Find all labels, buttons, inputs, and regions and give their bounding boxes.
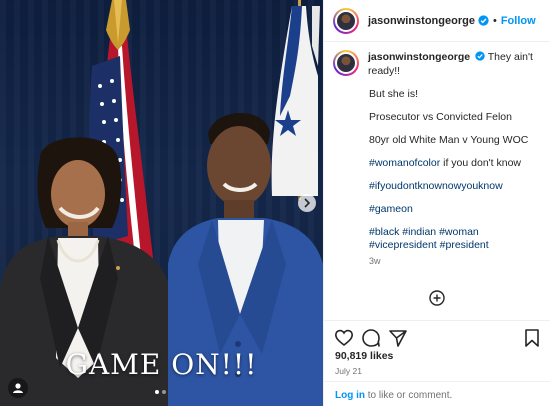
avatar[interactable] xyxy=(333,7,359,34)
hashtag-link[interactable]: #ifyoudontknownowyouknow xyxy=(369,180,503,192)
hashtag-link[interactable]: #indian xyxy=(402,226,436,238)
bookmark-icon[interactable] xyxy=(522,328,542,348)
caption-paragraph: But she is! xyxy=(369,88,544,101)
caption-paragraph: Prosecutor vs Convicted Felon xyxy=(369,111,544,124)
caption-avatar[interactable] xyxy=(333,50,359,76)
hashtag-link[interactable]: #vicepresident xyxy=(369,239,437,251)
flag-finial-left xyxy=(106,0,130,50)
like-count[interactable]: 90,819 likes xyxy=(335,350,393,362)
hashtag-link[interactable]: #president xyxy=(440,239,489,251)
verified-badge-icon xyxy=(478,15,489,26)
hashtag-link[interactable]: #womanofcolor xyxy=(369,157,440,169)
chevron-right-icon xyxy=(304,198,311,208)
login-text: to like or comment. xyxy=(365,390,453,401)
hashtag-link[interactable]: #woman xyxy=(439,226,479,238)
caption-text: if you don't know xyxy=(440,157,522,169)
caption-paragraph: #ifyoudontknownowyouknow xyxy=(369,180,544,193)
separator-dot: • xyxy=(492,14,497,27)
post-details-panel: jasonwinstongeorge • Follow jasonwinston… xyxy=(323,0,550,406)
avatar-image xyxy=(335,9,357,32)
caption-paragraph: 80yr old White Man v Young WOC xyxy=(369,134,544,147)
photo-caption: GAME ON!!! xyxy=(65,348,258,381)
caption-text: But she is! xyxy=(369,88,419,100)
post-photo[interactable]: GAME ON!!! xyxy=(0,0,323,406)
caption-paragraph: #black #indian #woman #vicepresident #pr… xyxy=(369,226,544,252)
username-link[interactable]: jasonwinstongeorge xyxy=(368,15,475,27)
caption-text: Prosecutor vs Convicted Felon xyxy=(369,111,512,123)
hashtag-link[interactable]: #gameon xyxy=(369,203,413,215)
user-tags-button[interactable] xyxy=(8,378,28,398)
post-header: jasonwinstongeorge • Follow xyxy=(324,0,550,42)
plus-circle-icon[interactable] xyxy=(429,290,445,306)
caption-username-link[interactable]: jasonwinstongeorge xyxy=(368,51,470,63)
carousel-indicator xyxy=(155,390,166,394)
next-slide-button[interactable] xyxy=(298,194,316,212)
action-bar xyxy=(324,320,550,352)
login-link[interactable]: Log in xyxy=(335,390,365,401)
caption-header: jasonwinstongeorge They ain't ready!! xyxy=(333,50,544,78)
avatar-image xyxy=(335,52,357,74)
post-date: July 21 xyxy=(335,366,362,376)
hashtag-link[interactable]: #black xyxy=(369,226,399,238)
comment-icon[interactable] xyxy=(361,328,381,348)
post-caption: jasonwinstongeorge They ain't ready!! Bu… xyxy=(333,50,544,272)
login-prompt: Log in to like or comment. xyxy=(324,381,550,406)
caption-text: 80yr old White Man v Young WOC xyxy=(369,134,529,146)
user-tag-icon xyxy=(13,383,23,393)
caption-first-line: jasonwinstongeorge They ain't ready!! xyxy=(368,50,544,78)
caption-paragraphs: But she is! Prosecutor vs Convicted Felon… xyxy=(369,88,544,252)
heart-icon[interactable] xyxy=(334,328,354,348)
verified-badge-icon xyxy=(475,51,485,61)
carousel-dot-active xyxy=(155,390,159,394)
caption-paragraph: #womanofcolor if you don't know xyxy=(369,157,544,170)
send-icon[interactable] xyxy=(388,328,408,348)
caption-paragraph: #gameon xyxy=(369,203,544,216)
follow-button[interactable]: Follow xyxy=(501,15,536,27)
carousel-dot xyxy=(162,390,166,394)
post-age: 3w xyxy=(369,256,381,266)
